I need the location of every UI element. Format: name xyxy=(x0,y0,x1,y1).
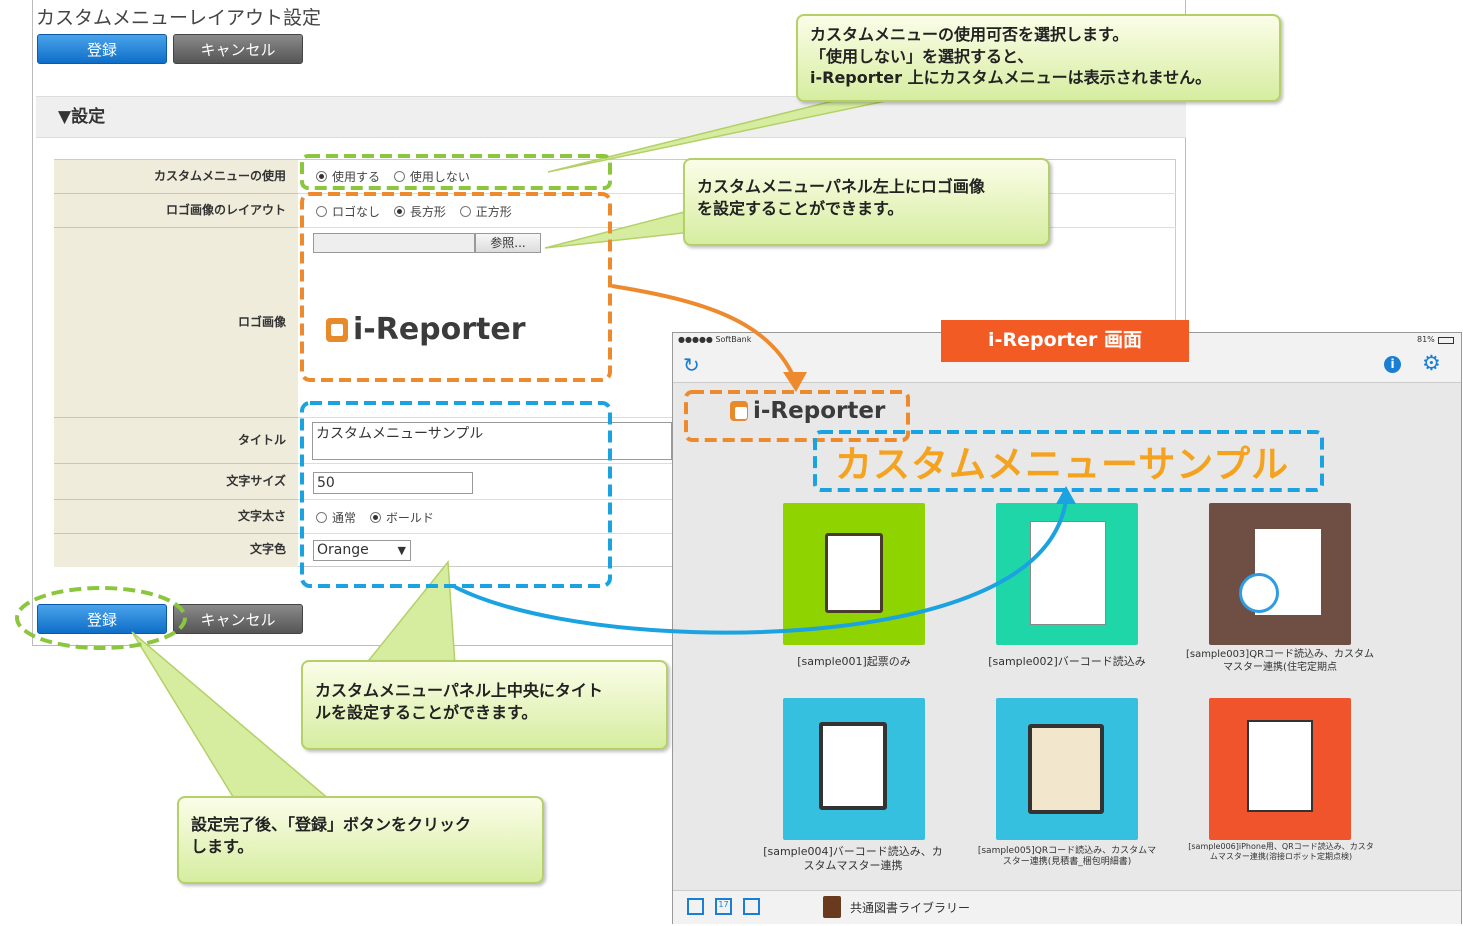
callout-custom-menu-use: カスタムメニューの使用可否を選択します。 「使用しない」を選択すると、 i-Re… xyxy=(796,14,1281,102)
highlight-register-button xyxy=(15,586,187,650)
arrow-logo-head xyxy=(783,372,807,392)
callout-register: 設定完了後、「登録」ボタンをクリック します。 xyxy=(177,796,544,884)
highlight-logo-settings xyxy=(300,192,612,382)
callout-pointer-logo xyxy=(544,209,693,249)
callout-title: カスタムメニューパネル上中央にタイト ルを設定することができます。 xyxy=(301,660,668,750)
highlight-title-settings xyxy=(300,401,612,588)
highlight-ipad-logo xyxy=(684,390,910,442)
callout-logo: カスタムメニューパネル左上にロゴ画像 を設定することができます。 xyxy=(683,158,1050,246)
callout-pointer-title xyxy=(363,560,456,666)
arrow-title xyxy=(454,499,1068,635)
arrow-logo xyxy=(611,284,797,381)
highlight-custom-menu-use xyxy=(300,154,612,190)
annotation-overlay xyxy=(15,97,1324,801)
